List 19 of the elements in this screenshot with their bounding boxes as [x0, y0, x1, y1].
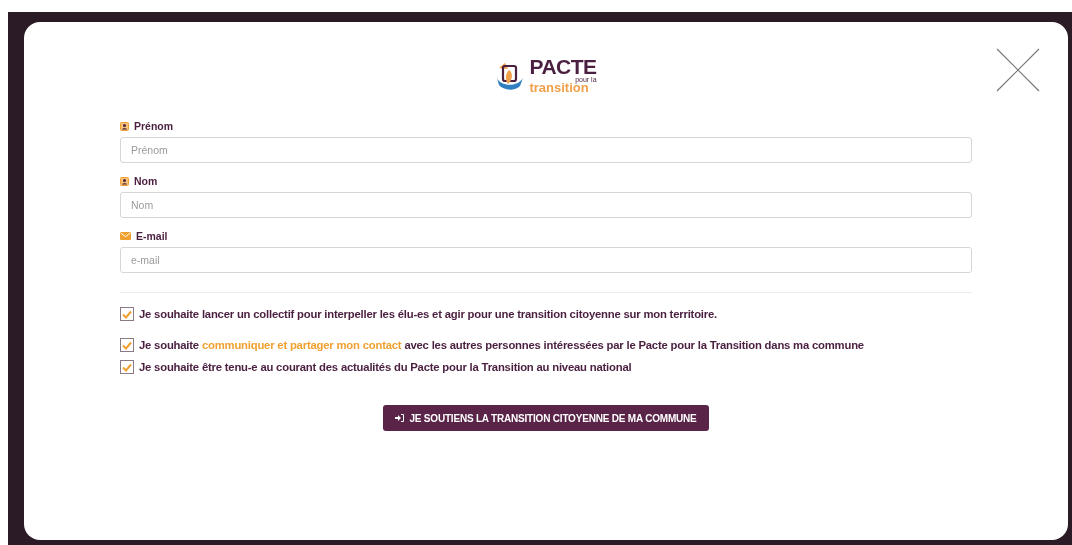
- field-label: Nom: [134, 175, 158, 187]
- checkbox[interactable]: [120, 307, 134, 321]
- submit-button[interactable]: JE SOUTIENS LA TRANSITION CITOYENNE DE MA COMMUNE: [383, 405, 709, 431]
- person-icon: [120, 176, 129, 186]
- person-icon: [120, 121, 129, 131]
- field-label: Prénom: [134, 120, 174, 132]
- checkbox[interactable]: [120, 360, 134, 374]
- close-icon[interactable]: [996, 48, 1040, 92]
- mail-icon: [120, 232, 131, 240]
- option-label: Je souhaite communiquer et partager mon contact avec les autres personnes intéressées par le Pacte pour la Transition dans ma commune: [139, 339, 864, 351]
- logo-title: PACTE: [529, 56, 597, 77]
- input-field[interactable]: Nom: [120, 192, 972, 218]
- checkbox[interactable]: [120, 338, 134, 352]
- input-field[interactable]: e-mail: [120, 247, 972, 273]
- option-label: Je souhaite lancer un collectif pour interpeller les élu-es et agir pour une transition citoyenne sur mon territoire.: [139, 308, 717, 320]
- input-field[interactable]: Prénom: [120, 137, 972, 163]
- option-label: Je souhaite être tenu-e au courant des actualités du Pacte pour la Transition au niveau national: [139, 361, 632, 373]
- sign-in-icon: [395, 414, 405, 422]
- field-label: E-mail: [136, 230, 168, 242]
